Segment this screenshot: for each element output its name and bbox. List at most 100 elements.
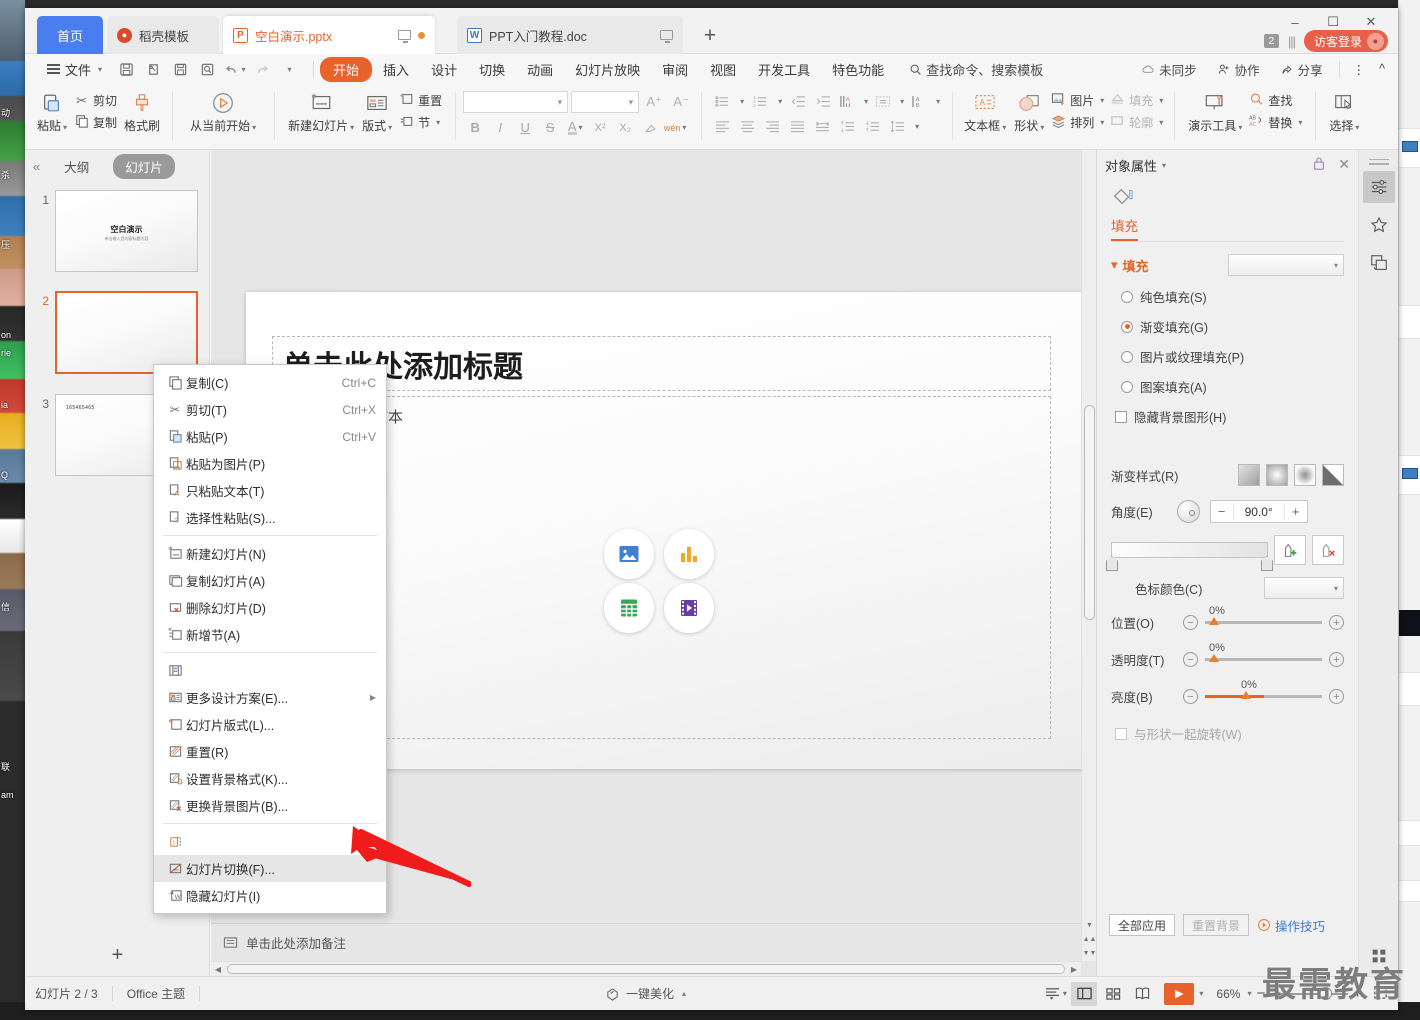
slide-sorter-icon[interactable]	[1100, 982, 1126, 1006]
tab-ppt-tutorial-doc[interactable]: W PPT入门教程.doc	[457, 16, 683, 54]
align-text-box-icon[interactable]	[872, 91, 894, 112]
tab-developer[interactable]: 开发工具	[747, 57, 821, 82]
picture-button[interactable]: 图片 ▾	[1048, 91, 1107, 110]
zoom-level-label[interactable]: 66%	[1216, 987, 1240, 1001]
stop-color-combo[interactable]: ▾	[1264, 577, 1344, 599]
context-menu-item-convert-to-doc[interactable]: W 隐藏幻灯片(I)	[154, 882, 386, 909]
fill-section-header[interactable]: ▾ 填充	[1111, 256, 1149, 275]
add-slide-button[interactable]: +	[25, 940, 210, 970]
panel-menu-chevron-icon[interactable]: ▾	[1162, 161, 1166, 170]
textbox-button[interactable]: A 文本框 ▾	[960, 86, 1010, 134]
paste-button[interactable]: 粘贴 ▾	[33, 86, 71, 134]
save-icon[interactable]	[114, 58, 139, 80]
close-icon[interactable]: ✕	[1338, 156, 1350, 174]
tab-design[interactable]: 设计	[420, 57, 468, 82]
context-menu-item-change-background[interactable]: 设置背景格式(K)...	[154, 765, 386, 792]
outline-button[interactable]: 轮廓 ▾	[1107, 113, 1166, 132]
vertical-dots-icon[interactable]: ⋮	[1348, 59, 1371, 80]
font-color-button[interactable]: A ▾	[563, 117, 587, 138]
brightness-slider[interactable]: 0%	[1205, 679, 1322, 699]
tab-insert[interactable]: 插入	[372, 57, 420, 82]
fill-button[interactable]: 填充 ▾	[1107, 91, 1166, 110]
increase-font-size-button[interactable]: A⁺	[642, 92, 666, 113]
selection-pane-icon[interactable]	[1363, 247, 1395, 279]
option-pattern-fill[interactable]: 图案填充(A)	[1107, 377, 1358, 396]
copy-button[interactable]: 复制	[71, 113, 120, 132]
justify-icon[interactable]	[785, 116, 809, 137]
present-on-monitor-icon-2[interactable]	[660, 30, 673, 43]
theme-name[interactable]: Office 主题	[127, 985, 185, 1002]
transparency-slider[interactable]: 0%	[1205, 642, 1322, 662]
context-menu-item-slide-transition[interactable]: 1	[154, 828, 386, 855]
transparency-increase-button[interactable]: +	[1329, 652, 1344, 667]
context-menu-item-new-slide[interactable]: ✱ 新建幻灯片(N)	[154, 540, 386, 567]
print-icon[interactable]	[168, 58, 193, 80]
reset-button[interactable]: 重置	[396, 91, 445, 110]
angle-decrease-button[interactable]: −	[1211, 504, 1233, 519]
previous-slide-icon[interactable]: ▲▲	[1083, 936, 1097, 943]
space-before-icon[interactable]	[835, 116, 859, 137]
context-menu-item-background-format[interactable]: 重置(R)	[154, 738, 386, 765]
editor-vertical-scrollbar[interactable]: ▼ ▲▲ ▼▼	[1081, 150, 1096, 961]
tab-transition[interactable]: 切换	[468, 57, 516, 82]
body-placeholder[interactable]: 单击此处添加文本	[272, 396, 1051, 739]
position-increase-button[interactable]: +	[1329, 615, 1344, 630]
columns-icon[interactable]: AB	[908, 91, 930, 112]
distribute-icon[interactable]	[810, 116, 834, 137]
align-text-dropdown-icon[interactable]: ▾	[895, 91, 907, 112]
thumbnail-preview-2[interactable]	[55, 291, 198, 374]
outline-view-icon[interactable]: ▾	[1042, 982, 1068, 1006]
subscript-button[interactable]: X₂	[613, 117, 637, 138]
space-after-icon[interactable]	[860, 116, 884, 137]
align-center-icon[interactable]	[735, 116, 759, 137]
select-button[interactable]: 选择 ▾	[1325, 86, 1363, 134]
section-button[interactable]: 节 ▾	[396, 113, 445, 132]
position-slider[interactable]: 0%	[1205, 605, 1322, 625]
tab-start[interactable]: 开始	[320, 56, 373, 82]
present-tools-button[interactable]: 演示工具 ▾	[1184, 86, 1246, 134]
find-button[interactable]: 查找	[1246, 91, 1305, 110]
tab-special-features[interactable]: 特色功能	[821, 57, 895, 82]
file-menu-button[interactable]: 文件 ▾	[47, 60, 102, 79]
redo-icon[interactable]	[249, 58, 274, 80]
numbered-list-icon[interactable]: 123	[748, 91, 772, 112]
lock-icon[interactable]	[1312, 156, 1326, 174]
normal-view-icon[interactable]	[1071, 981, 1098, 1006]
context-menu-item-delete-slide[interactable]: 删除幻灯片(D)	[154, 594, 386, 621]
align-left-icon[interactable]	[710, 116, 734, 137]
font-name-select[interactable]: ▾	[463, 91, 569, 113]
angle-spinner[interactable]: − 90.0° +	[1209, 500, 1308, 523]
scroll-down-icon[interactable]: ▼	[1086, 922, 1093, 929]
numbered-list-dropdown-icon[interactable]: ▾	[773, 91, 785, 112]
gradient-style-path[interactable]	[1322, 464, 1344, 486]
slideshow-dropdown-icon[interactable]: ▾	[1199, 989, 1203, 998]
tab-slideshow[interactable]: 幻灯片放映	[564, 57, 651, 82]
undo-dropdown-icon[interactable]: ▾	[242, 65, 246, 74]
tips-link[interactable]: 操作技巧	[1257, 916, 1325, 935]
columns-dropdown-icon[interactable]: ▾	[931, 91, 943, 112]
reset-background-button[interactable]: 重置背景	[1183, 914, 1250, 936]
search-command-box[interactable]: 查找命令、搜索模板	[909, 60, 1043, 79]
context-menu-item-paste-as-picture[interactable]: 粘贴为图片(P)	[154, 450, 386, 477]
align-right-icon[interactable]	[760, 116, 784, 137]
italic-button[interactable]: I	[488, 117, 512, 138]
cut-button[interactable]: ✂ 剪切	[71, 91, 120, 110]
scroll-right-icon[interactable]: ▶	[1067, 965, 1081, 974]
context-menu-item-add-section[interactable]: ✱ 新增节(A)	[154, 621, 386, 648]
thumbnail-item-1[interactable]: 1 空白演示 单击输入您的副标题内容	[33, 190, 198, 272]
undo-icon[interactable]: ▾	[222, 58, 247, 80]
guest-login-button[interactable]: 访客登录 ●	[1303, 30, 1388, 52]
start-from-current-button[interactable]: 从当前开始 ▾	[186, 86, 260, 134]
reading-view-icon[interactable]	[1129, 982, 1155, 1006]
tab-outline[interactable]: 大纲	[52, 154, 101, 179]
radio-solid-fill[interactable]	[1121, 290, 1133, 303]
present-on-monitor-icon[interactable]	[398, 30, 411, 43]
fill-color-combo[interactable]: ▾	[1228, 254, 1344, 276]
decrease-font-size-button[interactable]: A⁻	[669, 92, 693, 113]
next-slide-icon[interactable]: ▼▼	[1083, 950, 1097, 957]
tab-animation[interactable]: 动画	[516, 57, 564, 82]
tab-fill[interactable]: 填充	[1111, 215, 1138, 241]
insert-video-icon[interactable]	[663, 583, 714, 634]
option-solid-fill[interactable]: 纯色填充(S)	[1107, 287, 1358, 306]
radio-picture-texture-fill[interactable]	[1121, 350, 1133, 363]
